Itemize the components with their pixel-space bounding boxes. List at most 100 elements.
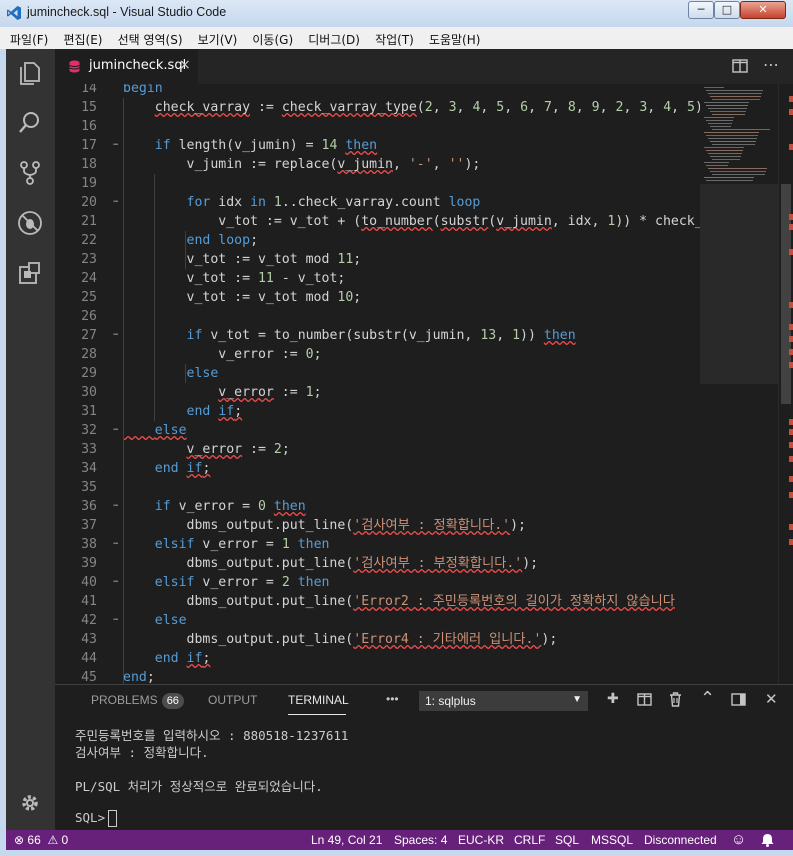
scrollbar-error-marker [789, 109, 793, 115]
menu-edit[interactable]: 편집(E) [63, 27, 102, 48]
code-line[interactable]: 15 check_varray := check_varray_type(2, … [55, 98, 711, 117]
maximize-button[interactable]: □ [714, 1, 740, 19]
code-line[interactable]: 39 dbms_output.put_line('검사여부 : 부정확합니다.'… [55, 554, 700, 573]
code-line[interactable]: 27 if v_tot = to_number(substr(v_jumin, … [55, 326, 700, 345]
code-line[interactable]: 30 v_error := 1; [55, 383, 700, 402]
line-endings[interactable]: CRLF [514, 833, 545, 847]
code-line[interactable]: 20 for idx in 1..check_varray.count loop [55, 193, 700, 212]
tab-problems[interactable]: PROBLEMS 66 [91, 693, 184, 709]
code-line[interactable]: 25 v_tot := v_tot mod 10; [55, 288, 700, 307]
code-line[interactable]: 14 begin [55, 84, 700, 98]
minimap-line [708, 123, 732, 124]
code-line[interactable]: 16 [55, 117, 700, 136]
fold-chevron-icon[interactable]: − [113, 501, 118, 511]
code-line[interactable]: 28 v_error := 0; [55, 345, 700, 364]
panel-more-icon[interactable]: ••• [386, 692, 399, 706]
terminal-prompt[interactable]: SQL> [75, 810, 118, 827]
toggle-panel-position-icon[interactable] [731, 693, 746, 706]
feedback-smiley-icon[interactable]: ☺ [731, 831, 746, 848]
menu-go[interactable]: 이동(G) [252, 27, 293, 48]
code-line[interactable]: 38 elsif v_error = 1 then [55, 535, 700, 554]
fold-chevron-icon[interactable]: − [113, 615, 118, 625]
close-button[interactable]: ✕ [740, 1, 786, 19]
search-icon[interactable] [16, 109, 44, 137]
code-text: v_tot := v_tot mod 11; [123, 250, 362, 269]
menu-tasks[interactable]: 작업(T) [375, 27, 414, 48]
code-text: else [123, 421, 187, 440]
code-line[interactable]: 40 elsif v_error = 2 then [55, 573, 700, 592]
split-terminal-icon[interactable] [637, 693, 652, 706]
tab-output[interactable]: OUTPUT [208, 693, 257, 707]
close-panel-icon[interactable]: ✕ [765, 690, 778, 708]
code-line[interactable]: 33 v_error := 2; [55, 440, 700, 459]
fold-chevron-icon[interactable]: − [113, 140, 118, 150]
code-token: 11 [337, 252, 354, 267]
terminal-selector[interactable]: 1: sqlplus ▼ [419, 691, 588, 711]
menu-help[interactable]: 도움말(H) [429, 27, 481, 48]
extensions-icon[interactable] [16, 259, 44, 287]
tab-jumincheck-sql[interactable]: jumincheck.sql × [55, 49, 198, 84]
chevron-up-icon[interactable]: ⌃ [700, 688, 715, 709]
new-terminal-icon[interactable]: ✚ [607, 691, 619, 707]
code-token: dbms_output.put_line( [123, 556, 354, 571]
menu-file[interactable]: 파일(F) [10, 27, 48, 48]
code-line[interactable]: 34 end if; [55, 459, 700, 478]
code-line[interactable]: 35 [55, 478, 700, 497]
code-token: ; [202, 651, 211, 666]
explorer-icon[interactable] [16, 59, 44, 87]
code-text: end; [123, 668, 155, 684]
indentation[interactable]: Spaces: 4 [394, 833, 447, 847]
code-line[interactable]: 24 v_tot := 11 - v_tot; [55, 269, 700, 288]
connection-status[interactable]: Disconnected [644, 833, 717, 847]
minimap[interactable] [700, 84, 778, 684]
code-line[interactable]: 23 v_tot := v_tot mod 11; [55, 250, 700, 269]
encoding[interactable]: EUC-KR [458, 833, 504, 847]
more-actions-icon[interactable]: ⋯ [763, 55, 779, 74]
problems-status[interactable]: ⊗ 66 ⚠ 0 [14, 833, 68, 847]
trash-icon[interactable] [669, 692, 682, 707]
server-type[interactable]: MSSQL [591, 833, 633, 847]
scrollbar-error-marker [789, 144, 793, 150]
scrollbar-error-marker [789, 476, 793, 482]
code-line[interactable]: 26 [55, 307, 700, 326]
code-line[interactable]: 29 else [55, 364, 700, 383]
fold-chevron-icon[interactable]: − [113, 577, 118, 587]
line-number: 33 [81, 442, 97, 457]
split-editor-icon[interactable] [732, 59, 748, 73]
code-line[interactable]: 45 end; [55, 668, 700, 684]
menu-selection[interactable]: 선택 영역(S) [118, 27, 183, 48]
tab-terminal[interactable]: TERMINAL [288, 693, 349, 707]
code-token: 9 [591, 100, 600, 115]
menu-debug[interactable]: 디버그(D) [308, 27, 360, 48]
fold-chevron-icon[interactable]: − [113, 197, 118, 207]
language-mode[interactable]: SQL [555, 833, 579, 847]
notification-bell-icon[interactable] [761, 833, 774, 847]
source-control-icon[interactable] [16, 159, 44, 187]
debug-icon[interactable] [16, 209, 44, 237]
code-line[interactable]: 17 if length(v_jumin) = 14 then [55, 136, 700, 155]
tab-close-icon[interactable]: × [179, 57, 191, 73]
code-line[interactable]: 31 end if; [55, 402, 700, 421]
code-line[interactable]: 37 dbms_output.put_line('검사여부 : 정확합니다.')… [55, 516, 700, 535]
editor-scrollbar[interactable] [778, 84, 793, 684]
minimize-button[interactable]: ─ [688, 1, 714, 19]
code-line[interactable]: 42 else [55, 611, 700, 630]
fold-chevron-icon[interactable]: − [113, 330, 118, 340]
scrollbar-error-marker [789, 324, 793, 330]
code-line[interactable]: 22 end loop; [55, 231, 700, 250]
cursor-position[interactable]: Ln 49, Col 21 [311, 833, 382, 847]
code-line[interactable]: 32 else [55, 421, 700, 440]
fold-chevron-icon[interactable]: − [113, 425, 118, 435]
code-line[interactable]: 43 dbms_output.put_line('Error4 : 기타에러 입… [55, 630, 700, 649]
code-line[interactable]: 18 v_jumin := replace(v_jumin, '-', ''); [55, 155, 700, 174]
code-line[interactable]: 44 end if; [55, 649, 700, 668]
fold-chevron-icon[interactable]: − [113, 539, 118, 549]
code-line[interactable]: 21 v_tot := v_tot + (to_number(substr(v_… [55, 212, 718, 231]
code-line[interactable]: 36 if v_error = 0 then [55, 497, 700, 516]
code-line[interactable]: 19 [55, 174, 700, 193]
code-editor[interactable]: 14 begin 15 check_varray := check_varray_t… [55, 84, 793, 684]
settings-gear-icon[interactable] [16, 789, 44, 817]
code-line[interactable]: 41 dbms_output.put_line('Error2 : 주민등록번호… [55, 592, 700, 611]
menu-view[interactable]: 보기(V) [198, 27, 238, 48]
minimap-viewport[interactable] [700, 184, 778, 384]
